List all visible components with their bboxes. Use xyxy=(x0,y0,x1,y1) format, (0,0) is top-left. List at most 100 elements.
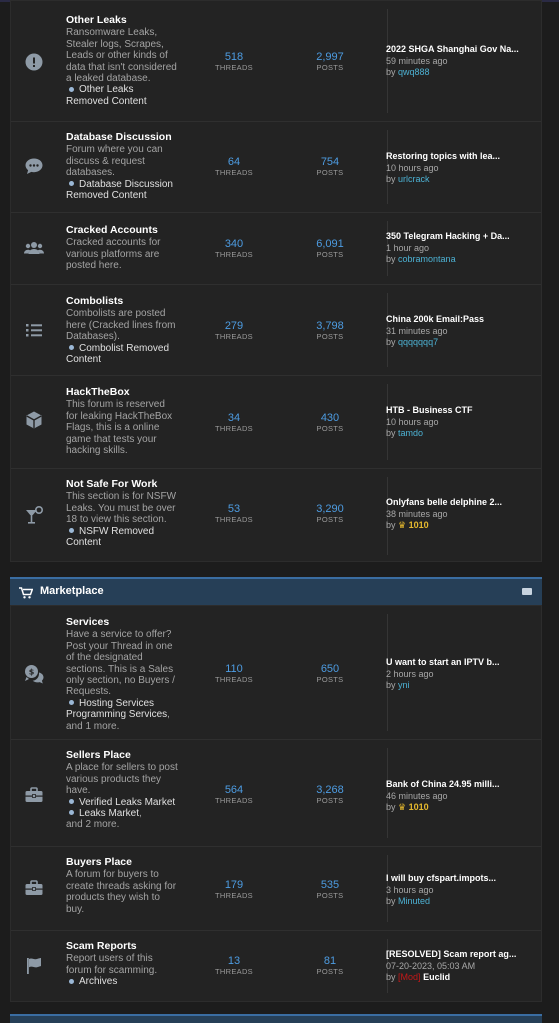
threads-count: 13 xyxy=(227,955,241,967)
threads-stat: 179 THREADS xyxy=(189,879,279,901)
posts-label: POSTS xyxy=(316,332,344,341)
subforum-link[interactable]: Programming Services xyxy=(66,709,167,720)
svg-text:$: $ xyxy=(29,668,35,677)
threads-stat: 64 THREADS xyxy=(189,156,279,178)
forum-title[interactable]: Database Discussion xyxy=(66,131,178,143)
latest-post-user[interactable]: tamdo xyxy=(398,428,423,438)
threads-label: THREADS xyxy=(215,63,253,72)
posts-count: 2,997 xyxy=(316,51,344,63)
latest-post-user[interactable]: urlcrack xyxy=(398,174,430,184)
forum-description: Forum where you can discuss & request da… xyxy=(66,144,163,179)
posts-stat: 81 POSTS xyxy=(285,955,375,977)
by-label: by xyxy=(386,67,396,77)
forum-description: Combolists are posted here (Cracked line… xyxy=(66,308,176,343)
posts-label: POSTS xyxy=(316,796,344,805)
threads-label: THREADS xyxy=(215,891,253,900)
latest-post-byline: by tamdo xyxy=(386,428,536,440)
forum-title[interactable]: Scam Reports xyxy=(66,940,178,952)
latest-post-user[interactable]: 1010 xyxy=(409,802,429,812)
subforum-dot xyxy=(69,344,74,350)
posts-label: POSTS xyxy=(316,891,344,900)
latest-post-title[interactable]: U want to start an IPTV b... xyxy=(386,657,536,669)
threads-label: THREADS xyxy=(215,424,253,433)
subforum-link[interactable]: Database Discussion Removed Content xyxy=(66,179,173,201)
latest-post-user[interactable]: cobramontana xyxy=(398,254,456,264)
posts-count: 430 xyxy=(320,412,340,424)
latest-post-byline: by [Mod] Euclid xyxy=(386,972,536,984)
forum-title[interactable]: Cracked Accounts xyxy=(66,224,178,236)
by-label: by xyxy=(386,680,396,690)
marketplace-category-header: Marketplace xyxy=(10,577,542,605)
posts-label: POSTS xyxy=(316,967,344,976)
forum-title[interactable]: Services xyxy=(66,616,178,628)
forum-description: This forum is reserved for leaking HackT… xyxy=(66,399,173,457)
forum-description: Have a service to offer? Post your Threa… xyxy=(66,629,175,698)
latest-post-title[interactable]: [RESOLVED] Scam report ag... xyxy=(386,949,536,961)
subforum-link[interactable]: Verified Leaks Market xyxy=(79,797,175,808)
posts-stat: 650 POSTS xyxy=(285,663,375,685)
users-icon xyxy=(23,237,45,259)
forum-title[interactable]: Combolists xyxy=(66,295,178,307)
forum-row-services: $ Services Have a service to offer? Post… xyxy=(11,606,541,740)
by-label: by xyxy=(386,802,396,812)
subforum-dot xyxy=(69,978,74,984)
category-title[interactable]: Marketplace xyxy=(40,585,104,597)
chat-bubble-icon xyxy=(23,155,45,177)
forum-title[interactable]: HackTheBox xyxy=(66,386,178,398)
latest-post-byline: by ♛ 1010 xyxy=(386,802,536,814)
latest-post-title[interactable]: 350 Telegram Hacking + Da... xyxy=(386,231,536,243)
threads-count: 110 xyxy=(225,663,243,675)
forum-description: A place for sellers to post various prod… xyxy=(66,762,178,797)
subforum-dot xyxy=(69,527,74,533)
subforum-link[interactable]: Other Leaks Removed Content xyxy=(66,84,147,106)
latest-post-user[interactable]: qwq888 xyxy=(398,67,430,77)
forum-description: This section is for NSFW Leaks. You must… xyxy=(66,491,177,526)
crown-icon: ♛ xyxy=(398,520,407,530)
subforum-more[interactable]: and 2 more. xyxy=(66,819,119,830)
subforum-link[interactable]: Archives xyxy=(79,976,117,987)
latest-post-title[interactable]: 2022 SHGA Shanghai Gov Na... xyxy=(386,44,536,56)
threads-count: 518 xyxy=(224,51,244,63)
latest-post: China 200k Email:Pass 31 minutes ago by … xyxy=(386,314,536,349)
cube-icon xyxy=(23,409,45,431)
subforum-more[interactable]: and 1 more. xyxy=(66,721,119,732)
latest-post-user[interactable]: yni xyxy=(398,680,410,690)
latest-post-title[interactable]: Onlyfans belle delphine 2... xyxy=(386,497,536,509)
collapse-toggle-icon[interactable] xyxy=(522,588,532,595)
posts-label: POSTS xyxy=(316,424,344,433)
threads-count: 564 xyxy=(224,784,244,796)
latest-post-title[interactable]: HTB - Business CTF xyxy=(386,405,536,417)
latest-post-user[interactable]: qqqqqqq7 xyxy=(398,337,438,347)
posts-stat: 754 POSTS xyxy=(285,156,375,178)
latest-post-user[interactable]: 1010 xyxy=(409,520,429,530)
subforum-link[interactable]: Combolist Removed Content xyxy=(66,343,169,365)
posts-label: POSTS xyxy=(316,675,344,684)
forum-title[interactable]: Not Safe For Work xyxy=(66,478,178,490)
latest-post-title[interactable]: China 200k Email:Pass xyxy=(386,314,536,326)
posts-count: 3,268 xyxy=(316,784,344,796)
latest-post-user[interactable]: Euclid xyxy=(423,972,450,982)
subforum-dot xyxy=(69,180,74,186)
latest-post-title[interactable]: I will buy cfspart.impots... xyxy=(386,873,536,885)
latest-post-user[interactable]: Minuted xyxy=(398,896,430,906)
latest-post-byline: by qwq888 xyxy=(386,67,536,79)
subforum-link[interactable]: NSFW Removed Content xyxy=(66,526,154,548)
posts-stat: 430 POSTS xyxy=(285,412,375,434)
threads-label: THREADS xyxy=(215,796,253,805)
forum-info: Combolists Combolists are posted here (C… xyxy=(66,295,178,365)
mod-tag: [Mod] xyxy=(398,972,421,982)
subforum-link[interactable]: Hosting Services xyxy=(79,698,154,709)
latest-post-time: 07-20-2023, 05:03 AM xyxy=(386,960,476,971)
forum-title[interactable]: Other Leaks xyxy=(66,14,178,26)
forum-info: HackTheBox This forum is reserved for le… xyxy=(66,386,178,457)
crown-icon: ♛ xyxy=(398,802,407,812)
forum-title[interactable]: Sellers Place xyxy=(66,749,178,761)
latest-post: U want to start an IPTV b... 2 hours ago… xyxy=(386,657,536,692)
threads-count: 340 xyxy=(224,238,244,250)
forum-title[interactable]: Buyers Place xyxy=(66,856,178,868)
by-label: by xyxy=(386,337,396,347)
next-category-header[interactable] xyxy=(10,1014,542,1023)
latest-post-title[interactable]: Restoring topics with lea... xyxy=(386,151,536,163)
latest-post-title[interactable]: Bank of China 24.95 milli... xyxy=(386,779,536,791)
subforum-link[interactable]: Leaks Market xyxy=(79,808,139,819)
